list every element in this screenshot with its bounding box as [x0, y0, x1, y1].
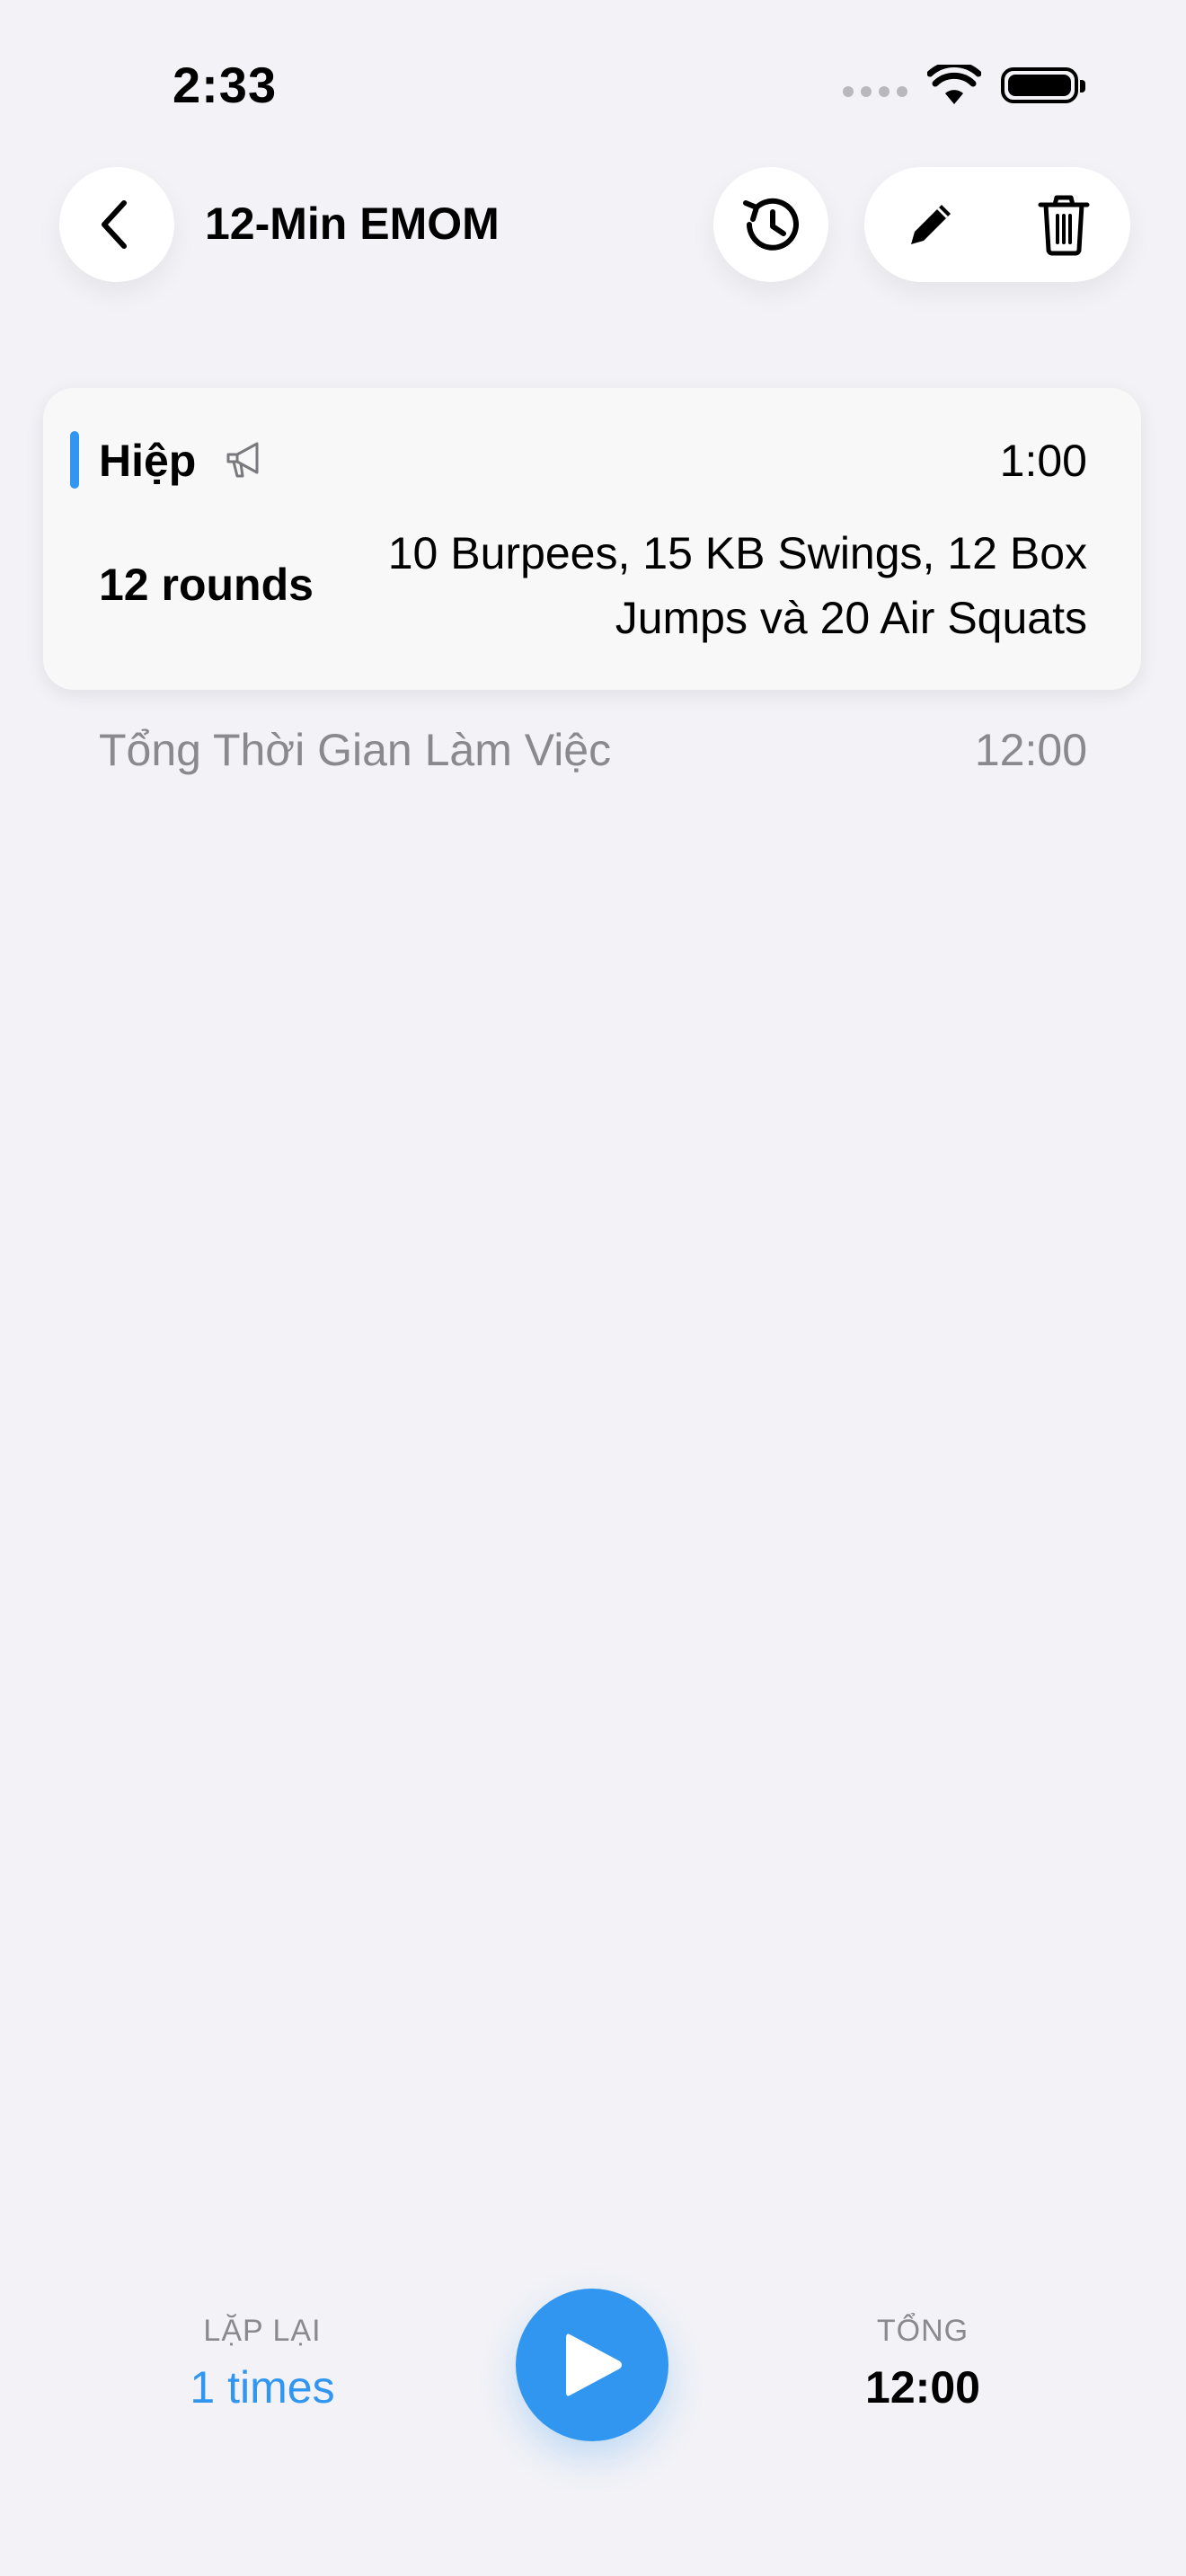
- chevron-left-icon: [102, 200, 127, 249]
- interval-duration: 1:00: [999, 436, 1087, 486]
- repeat-stat[interactable]: LẶP LẠI 1 times: [128, 2314, 397, 2413]
- play-button[interactable]: [516, 2289, 668, 2441]
- megaphone-icon: [226, 442, 259, 478]
- work-time-summary: Tổng Thời Gian Làm Việc 12:00: [99, 724, 1087, 776]
- work-time-value: 12:00: [974, 725, 1087, 775]
- edit-delete-group: [864, 167, 1130, 282]
- cellular-signal-icon: [843, 86, 907, 97]
- interval-card[interactable]: Hiệp 1:00 12 rounds 10 Burpees, 15 KB Sw…: [43, 388, 1141, 690]
- delete-button[interactable]: [997, 167, 1130, 282]
- trash-icon: [1038, 195, 1090, 256]
- back-button[interactable]: [59, 167, 174, 282]
- play-icon: [566, 2333, 622, 2396]
- total-stat: TỔNG 12:00: [788, 2314, 1058, 2413]
- history-button[interactable]: [713, 167, 828, 282]
- battery-icon: [1001, 67, 1085, 103]
- pencil-icon: [911, 205, 951, 244]
- edit-button[interactable]: [864, 167, 997, 282]
- interval-title: Hiệp: [99, 436, 197, 486]
- nav-bar: 12-Min EMOM: [0, 167, 1186, 286]
- interval-rounds: 12 rounds: [99, 560, 314, 610]
- history-icon: [743, 198, 799, 251]
- total-value: 12:00: [865, 2362, 980, 2413]
- work-time-label: Tổng Thời Gian Làm Việc: [99, 725, 612, 775]
- status-icons: [843, 65, 1085, 106]
- interval-description: 10 Burpees, 15 KB Swings, 12 Box Jumps v…: [387, 528, 1087, 643]
- status-bar: 2:33: [0, 0, 1186, 171]
- total-label: TỔNG: [876, 2314, 969, 2348]
- repeat-label: LẶP LẠI: [203, 2314, 322, 2348]
- card-accent-bar: [70, 431, 79, 489]
- page-title: 12-Min EMOM: [205, 198, 500, 249]
- wifi-icon: [927, 65, 981, 104]
- status-time: 2:33: [173, 57, 278, 113]
- repeat-value[interactable]: 1 times: [128, 2361, 397, 2413]
- bottom-bar: LẶP LẠI 1 times TỔNG 12:00: [0, 2263, 1186, 2479]
